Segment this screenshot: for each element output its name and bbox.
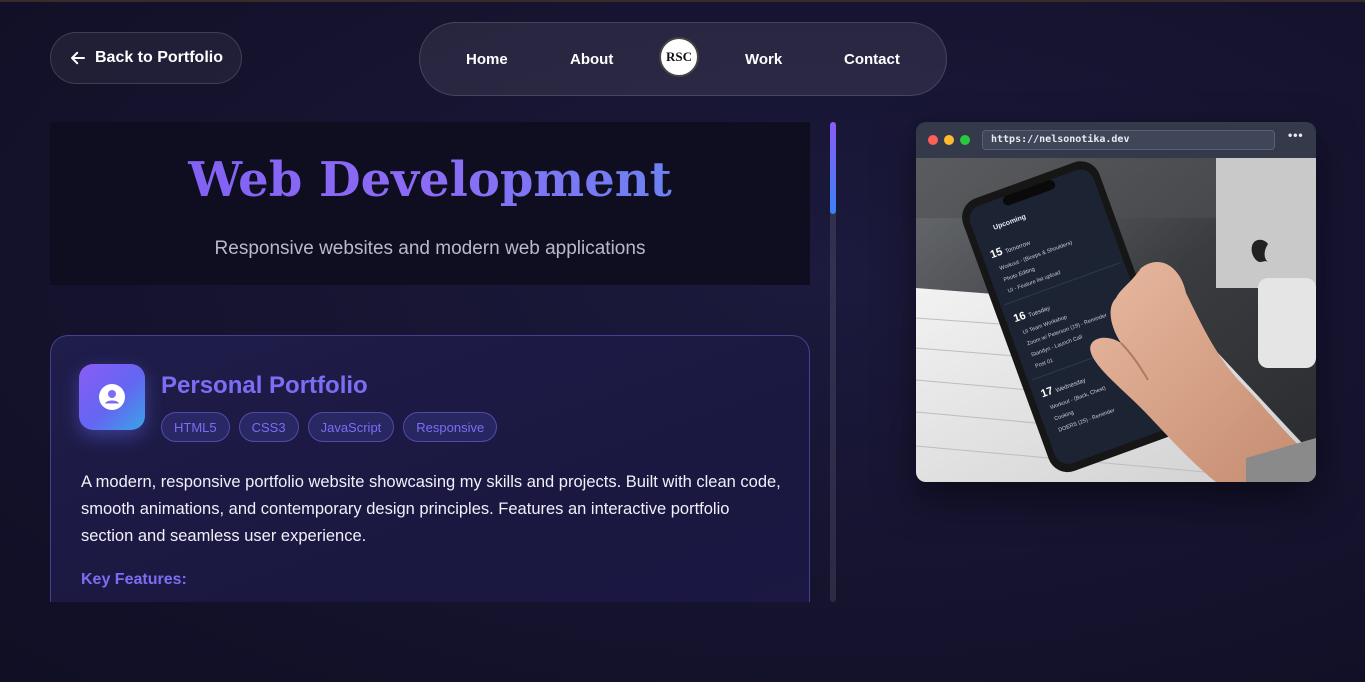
tag-html5: HTML5 — [161, 412, 230, 442]
project-screenshot-image: Upcoming 15 Tomorrow Workout - (Biceps &… — [916, 158, 1316, 482]
nav-link-home[interactable]: Home — [466, 51, 508, 68]
tech-tags: HTML5 CSS3 JavaScript Responsive — [161, 412, 498, 442]
project-description: A modern, responsive portfolio website s… — [81, 473, 781, 545]
top-border — [0, 0, 1365, 2]
tag-responsive: Responsive — [403, 412, 498, 442]
site-logo[interactable]: RSC — [659, 37, 699, 77]
user-circle-icon — [79, 364, 145, 430]
logo-text: RSC — [665, 49, 692, 64]
tag-javascript: JavaScript — [307, 412, 395, 442]
project-card: Personal Portfolio HTML5 CSS3 JavaScript… — [50, 335, 810, 602]
scrollbar-thumb[interactable] — [830, 122, 836, 214]
page-title: Web Development — [50, 152, 810, 208]
more-icon: ••• — [1288, 128, 1304, 142]
nav-link-about[interactable]: About — [570, 51, 613, 68]
main-nav: Home About RSC Work Contact — [419, 22, 947, 96]
nav-link-contact[interactable]: Contact — [844, 51, 900, 68]
close-dot-icon — [928, 135, 938, 145]
url-bar: https://nelsonotika.dev — [982, 130, 1275, 150]
project-title: Personal Portfolio — [161, 372, 368, 399]
scrollbar[interactable] — [830, 122, 836, 602]
back-button-label: Back to Portfolio — [94, 49, 223, 66]
hero-section: Web Development Responsive websites and … — [50, 122, 810, 285]
back-to-portfolio-button[interactable]: Back to Portfolio — [50, 32, 242, 84]
arrow-left-icon — [71, 51, 85, 65]
minimize-dot-icon — [944, 135, 954, 145]
browser-mockup: https://nelsonotika.dev ••• Upcoming 15 … — [916, 122, 1316, 482]
tag-css3: CSS3 — [238, 412, 299, 442]
nav-link-work[interactable]: Work — [745, 51, 782, 68]
project-card-viewport: Personal Portfolio HTML5 CSS3 JavaScript… — [50, 335, 810, 602]
page-subtitle: Responsive websites and modern web appli… — [214, 238, 646, 259]
key-features-heading: Key Features: — [81, 571, 187, 588]
maximize-dot-icon — [960, 135, 970, 145]
